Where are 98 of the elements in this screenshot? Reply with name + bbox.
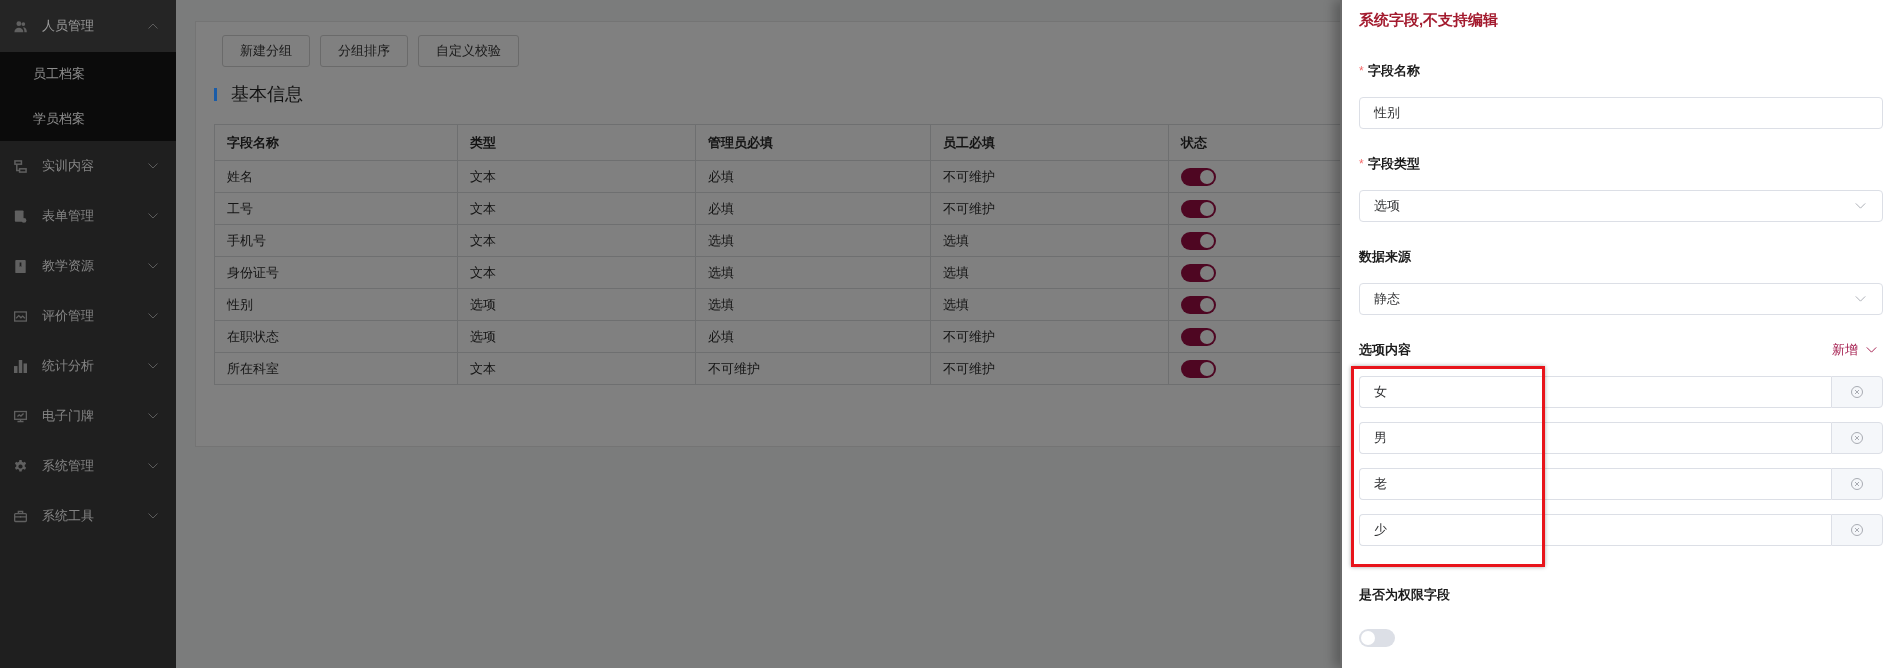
toolbar-button[interactable]: 自定义校验 [418, 35, 519, 67]
table-cell: 所在科室 [214, 352, 458, 385]
table-cell: 文本 [457, 256, 696, 289]
table-cell: 选填 [695, 224, 931, 257]
notice-text: 系统字段,不支持编辑 [1359, 10, 1500, 30]
bar-chart-icon [14, 359, 27, 373]
table-cell: 姓名 [214, 160, 458, 193]
table-cell: 身份证号 [214, 256, 458, 289]
sidebar-menu-item[interactable]: 表单管理 [0, 191, 176, 241]
option-input[interactable]: 男 [1359, 422, 1831, 454]
chevron-down-icon [1855, 203, 1866, 209]
chevron-up-icon [148, 23, 158, 29]
chevron-down-icon [148, 213, 158, 219]
table-cell: 文本 [457, 224, 696, 257]
chevron-down-icon [148, 263, 158, 269]
book-icon [14, 259, 27, 273]
sidebar-menu-item[interactable]: 实训内容 [0, 141, 176, 191]
table-cell: 选填 [930, 288, 1169, 321]
table-cell: 选项 [457, 288, 696, 321]
people-icon [14, 19, 27, 33]
table-cell: 选填 [930, 256, 1169, 289]
flowchart-icon [14, 159, 27, 173]
option-input[interactable]: 女 [1359, 376, 1831, 408]
close-circle-icon [1851, 386, 1863, 398]
option-input[interactable]: 老 [1359, 468, 1831, 500]
chevron-down-icon [148, 463, 158, 469]
table-cell: 文本 [457, 192, 696, 225]
submenu-item[interactable]: 学员档案 [0, 96, 176, 141]
image-icon [14, 309, 27, 323]
table-cell: 不可维护 [695, 352, 931, 385]
monitor-icon [14, 409, 27, 423]
close-circle-icon [1851, 432, 1863, 444]
section-title: 基本信息 [231, 83, 303, 106]
toolbar-button[interactable]: 新建分组 [222, 35, 310, 67]
table-cell: 必填 [695, 160, 931, 193]
close-circle-icon [1851, 478, 1863, 490]
column-header: 类型 [457, 124, 696, 161]
select-field[interactable]: 选项 [1359, 190, 1883, 222]
add-option-link[interactable]: 新增 [1832, 341, 1877, 359]
table-cell: 选填 [695, 288, 931, 321]
table-cell: 不可维护 [930, 192, 1169, 225]
table-cell: 文本 [457, 160, 696, 193]
field-label: 字段类型 [1367, 155, 1420, 173]
select-field[interactable]: 静态 [1359, 283, 1883, 315]
briefcase-icon [14, 509, 27, 523]
accent-bar-icon [214, 87, 217, 101]
status-toggle[interactable] [1181, 359, 1216, 378]
field-label: 选项内容 [1359, 341, 1411, 359]
table-cell: 在职状态 [214, 320, 458, 353]
table-cell: 选项 [457, 320, 696, 353]
column-header: 管理员必填 [695, 124, 931, 161]
status-toggle[interactable] [1181, 199, 1216, 218]
sidebar-menu-item[interactable]: 系统管理 [0, 441, 176, 491]
chevron-down-icon [148, 313, 158, 319]
sidebar-menu-item[interactable]: 教学资源 [0, 241, 176, 291]
chevron-down-icon [1866, 347, 1877, 353]
sidebar-menu-item[interactable]: 人员管理 [0, 0, 176, 52]
field-label: 是否为权限字段 [1359, 586, 1450, 604]
status-toggle[interactable] [1181, 231, 1216, 250]
option-input[interactable]: 少 [1359, 514, 1831, 546]
column-header: 员工必填 [930, 124, 1169, 161]
chevron-down-icon [148, 163, 158, 169]
document-icon [14, 209, 27, 223]
chevron-down-icon [148, 513, 158, 519]
table-cell: 必填 [695, 320, 931, 353]
text-input[interactable]: 性别 [1359, 97, 1883, 129]
permission-toggle[interactable] [1359, 629, 1395, 647]
required-mark: * [1359, 64, 1364, 78]
status-toggle[interactable] [1181, 263, 1216, 282]
table-cell: 工号 [214, 192, 458, 225]
table-cell: 不可维护 [930, 352, 1169, 385]
table-cell: 选填 [930, 224, 1169, 257]
close-circle-icon [1851, 524, 1863, 536]
column-header: 字段名称 [214, 124, 458, 161]
table-cell: 手机号 [214, 224, 458, 257]
gear-icon [14, 459, 27, 473]
table-cell: 文本 [457, 352, 696, 385]
status-toggle[interactable] [1181, 327, 1216, 346]
field-label: 字段名称 [1367, 62, 1420, 80]
status-toggle[interactable] [1181, 295, 1216, 314]
table-cell: 选填 [695, 256, 931, 289]
status-toggle[interactable] [1181, 167, 1216, 186]
chevron-down-icon [148, 413, 158, 419]
chevron-down-icon [148, 363, 158, 369]
column-header: 状态 [1168, 124, 1340, 161]
chevron-down-icon [1855, 296, 1866, 302]
sidebar-menu-item[interactable]: 统计分析 [0, 341, 176, 391]
sidebar-menu-item[interactable]: 系统工具 [0, 491, 176, 541]
table-cell: 不可维护 [930, 320, 1169, 353]
toolbar-button[interactable]: 分组排序 [320, 35, 408, 67]
table-cell: 性别 [214, 288, 458, 321]
field-label: 数据来源 [1359, 248, 1411, 266]
sidebar-menu-item[interactable]: 评价管理 [0, 291, 176, 341]
required-mark: * [1359, 157, 1364, 171]
table-cell: 不可维护 [930, 160, 1169, 193]
table-cell: 必填 [695, 192, 931, 225]
sidebar-menu-item[interactable]: 电子门牌 [0, 391, 176, 441]
submenu-item[interactable]: 员工档案 [0, 52, 176, 97]
